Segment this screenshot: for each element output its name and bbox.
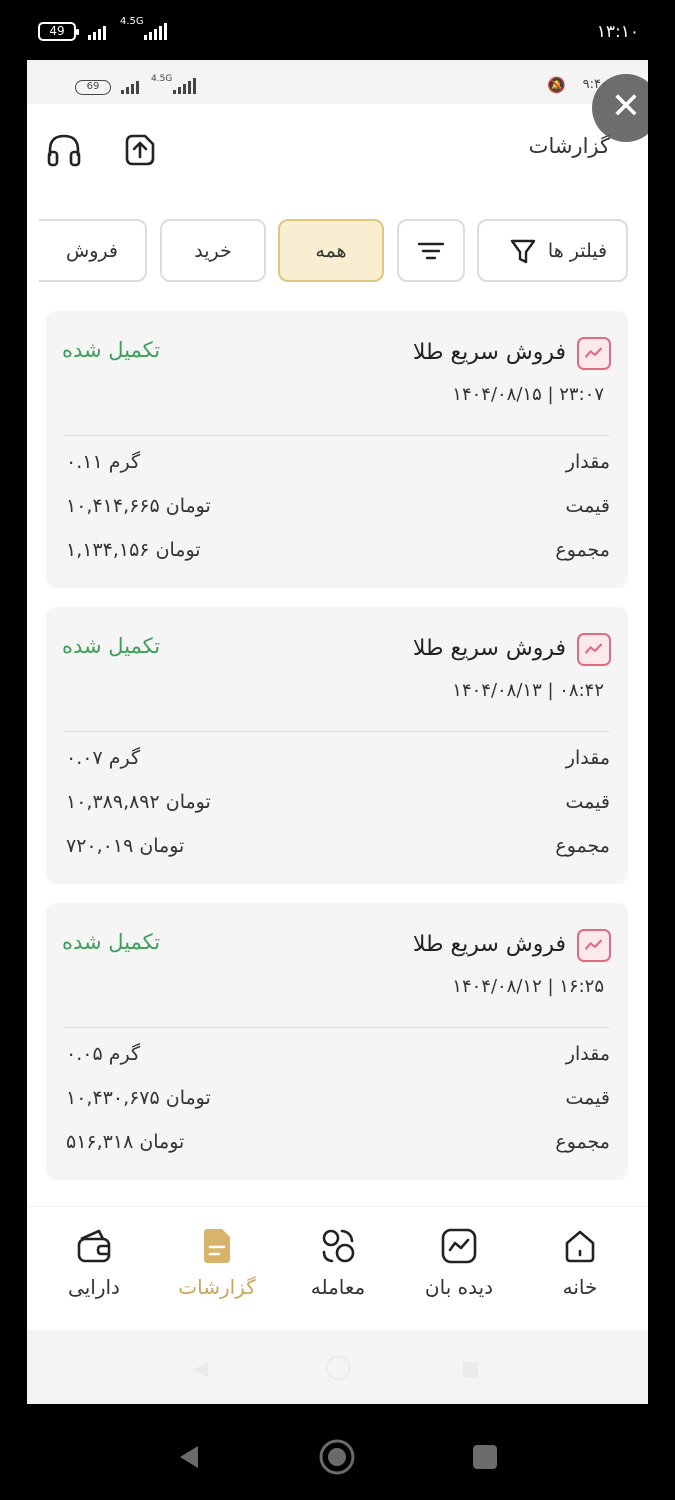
mute-icon: 🔕: [547, 76, 566, 94]
signal-icon: [144, 20, 167, 40]
transaction-title: فروش سریع طلا: [412, 932, 566, 957]
total-value: ۱,۱۳۴,۱۵۶ تومان: [66, 539, 201, 561]
sell-chart-icon: [577, 929, 611, 962]
home-icon: [565, 1230, 595, 1263]
app-screen: 69 4.5G 🔕 ۹:۴۰ گزارشات فیلتر ها همه خرید…: [27, 60, 648, 1404]
amount-value: ۰.۱۱ گرم: [66, 451, 140, 473]
total-label: مجموع: [555, 539, 610, 561]
nav-watchlist[interactable]: دیده بان: [404, 1225, 514, 1325]
transaction-datetime: ۱۴۰۴/۰۸/۱۳ | ۰۸:۴۲: [452, 680, 604, 701]
support-headset-icon[interactable]: [44, 130, 84, 170]
sell-chart-icon: [577, 633, 611, 666]
page-title: گزارشات: [528, 134, 610, 158]
home-button-icon[interactable]: [317, 1437, 357, 1477]
filters-label: فیلتر ها: [547, 239, 608, 262]
signal-icon: [88, 20, 106, 40]
page-header: گزارشات: [27, 104, 648, 204]
price-label: قیمت: [565, 791, 610, 813]
nav-label: معامله: [310, 1275, 366, 1299]
nav-trade[interactable]: معامله: [283, 1225, 393, 1325]
chart-watch-icon: [441, 1228, 477, 1264]
transaction-card[interactable]: فروش سریع طلا تکمیل شده ۱۴۰۴/۰۸/۱۲ | ۱۶:…: [46, 903, 628, 1180]
bottom-navigation: خانه دیده بان معامله گزارشات دارایی: [27, 1206, 648, 1330]
nav-label: خانه: [562, 1275, 598, 1299]
app-status-bar: 69 4.5G 🔕 ۹:۴۰: [27, 60, 648, 104]
sort-lines-icon: [417, 242, 445, 259]
price-value: ۱۰,۴۱۴,۶۶۵ تومان: [66, 495, 211, 517]
app-system-nav: ◀ ◯ ■: [27, 1330, 648, 1404]
chip-sell[interactable]: فروش: [39, 219, 147, 282]
nav-home[interactable]: خانه: [525, 1225, 635, 1325]
battery-indicator: 69: [75, 80, 111, 95]
amount-label: مقدار: [565, 747, 610, 769]
trade-coins-icon: [322, 1229, 355, 1263]
nav-label: دارایی: [68, 1275, 120, 1299]
signal-icon: [173, 76, 196, 94]
price-label: قیمت: [565, 495, 610, 517]
transaction-card[interactable]: فروش سریع طلا تکمیل شده ۱۴۰۴/۰۸/۱۵ | ۲۳:…: [46, 311, 628, 588]
divider: [64, 1027, 610, 1028]
status-badge: تکمیل شده: [62, 338, 161, 362]
report-document-icon: [204, 1229, 230, 1263]
network-type: 4.5G: [151, 74, 173, 84]
chip-all[interactable]: همه: [278, 219, 384, 282]
nav-assets[interactable]: دارایی: [39, 1225, 149, 1325]
back-icon: ◀: [193, 1356, 209, 1380]
amount-value: ۰.۰۷ گرم: [66, 747, 140, 769]
device-navigation-bar: [0, 1404, 675, 1500]
back-icon[interactable]: [174, 1442, 204, 1472]
status-badge: تکمیل شده: [62, 930, 161, 954]
total-label: مجموع: [555, 835, 610, 857]
home-circle-icon: ◯: [325, 1352, 352, 1380]
divider: [64, 731, 610, 732]
price-label: قیمت: [565, 1087, 610, 1109]
sell-chart-icon: [577, 337, 611, 370]
total-value: ۷۲۰,۰۱۹ تومان: [66, 835, 185, 857]
network-type: 4.5G: [120, 16, 144, 27]
device-status-bar: 49 4.5G ۱۳:۱۰: [0, 0, 675, 60]
nav-label: گزارشات: [178, 1275, 256, 1299]
amount-value: ۰.۰۵ گرم: [66, 1043, 140, 1065]
device-clock: ۱۳:۱۰: [596, 22, 639, 42]
battery-indicator: 49: [38, 22, 79, 41]
transaction-card[interactable]: فروش سریع طلا تکمیل شده ۱۴۰۴/۰۸/۱۳ | ۰۸:…: [46, 607, 628, 884]
sort-button[interactable]: [397, 219, 465, 282]
transaction-title: فروش سریع طلا: [412, 340, 566, 365]
recent-apps-icon: ■: [461, 1356, 480, 1380]
nav-reports[interactable]: گزارشات: [162, 1225, 272, 1325]
total-value: ۵۱۶,۳۱۸ تومان: [66, 1131, 185, 1153]
signal-icon: [121, 76, 139, 94]
total-label: مجموع: [555, 1131, 610, 1153]
filter-bar: فیلتر ها همه خرید فروش: [27, 219, 648, 283]
recent-apps-icon[interactable]: [470, 1442, 500, 1472]
amount-label: مقدار: [565, 451, 610, 473]
status-badge: تکمیل شده: [62, 634, 161, 658]
filters-button[interactable]: فیلتر ها: [477, 219, 628, 282]
chip-buy[interactable]: خرید: [160, 219, 266, 282]
transaction-title: فروش سریع طلا: [412, 636, 566, 661]
transaction-datetime: ۱۴۰۴/۰۸/۱۲ | ۱۶:۲۵: [452, 976, 604, 997]
transaction-datetime: ۱۴۰۴/۰۸/۱۵ | ۲۳:۰۷: [452, 384, 604, 405]
wallet-icon: [77, 1229, 111, 1263]
price-value: ۱۰,۴۳۰,۶۷۵ تومان: [66, 1087, 211, 1109]
price-value: ۱۰,۳۸۹,۸۹۲ تومان: [66, 791, 211, 813]
nav-label: دیده بان: [424, 1275, 494, 1299]
funnel-icon: [510, 239, 536, 263]
divider: [64, 435, 610, 436]
amount-label: مقدار: [565, 1043, 610, 1065]
export-icon[interactable]: [119, 130, 159, 170]
